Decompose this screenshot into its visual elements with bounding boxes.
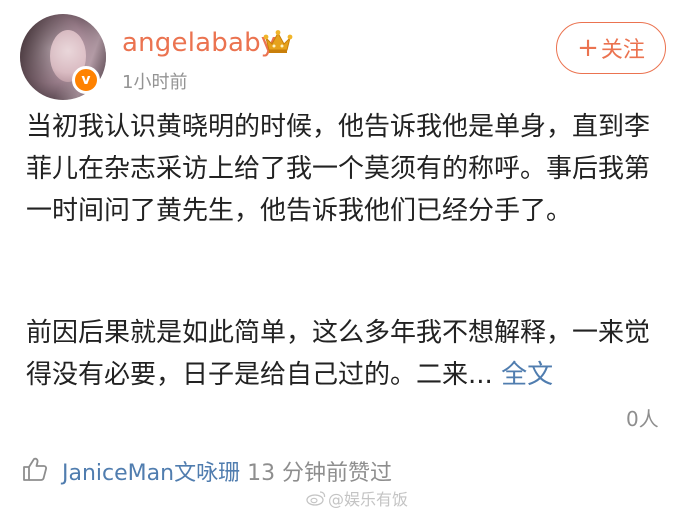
post-timestamp: 1小时前 — [122, 72, 188, 93]
plus-icon: + — [577, 33, 599, 63]
watermark: @娱乐有饭 — [306, 486, 408, 510]
follow-label: 关注 — [600, 38, 645, 63]
post-paragraph-2: 前因后果就是如此简单，这么多年我不想解释，一来觉得没有必要，日子是给自己过的。二… — [26, 312, 672, 396]
username-link[interactable]: angelababy — [122, 28, 276, 58]
thumbs-up-icon — [23, 457, 48, 481]
liked-by-suffix: 13 分钟前赞过 — [240, 461, 393, 486]
post-paragraph-1: 当初我认识黄晓明的时候，他告诉我他是单身，直到李菲儿在杂志采访上给了我一个莫须有… — [26, 112, 651, 226]
follow-button[interactable]: + 关注 — [556, 22, 666, 74]
watermark-text: @娱乐有饭 — [328, 490, 409, 509]
like-count[interactable]: 0人 — [626, 403, 659, 432]
liker-name-link[interactable]: JaniceMan文咏珊 — [62, 461, 240, 486]
post-paragraph-2-text: 前因后果就是如此简单，这么多年我不想解释，一来觉得没有必要，日子是给自己过的。二… — [26, 318, 651, 390]
full-text-link[interactable]: 全文 — [501, 360, 553, 390]
verified-badge-icon: v — [72, 66, 100, 94]
weibo-logo-icon — [306, 491, 326, 506]
liked-by-line: JaniceMan文咏珊 13 分钟前赞过 — [62, 455, 392, 487]
crown-icon — [263, 30, 293, 53]
